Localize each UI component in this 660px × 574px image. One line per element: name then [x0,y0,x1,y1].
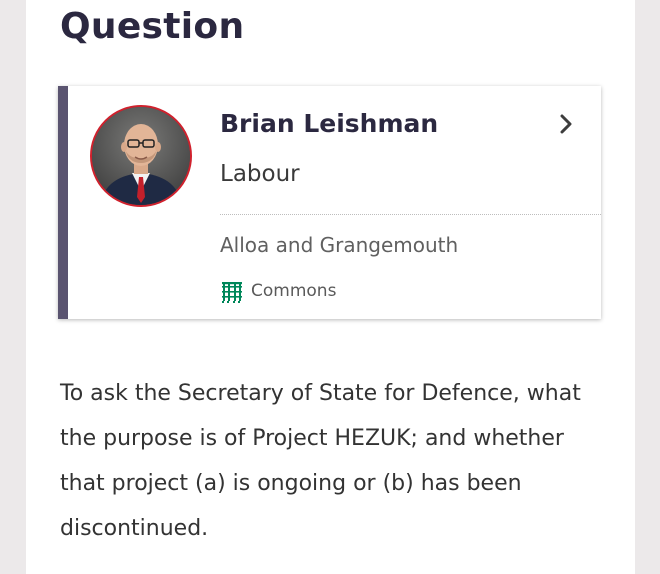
portcullis-icon [222,282,242,303]
question-text: To ask the Secretary of State for Defenc… [60,381,581,541]
chevron-right-icon[interactable] [555,113,577,135]
member-constituency: Alloa and Grangemouth [220,233,459,257]
page-title: Question [60,6,245,47]
house-indicator: Commons [220,277,336,305]
member-party: Labour [220,161,300,187]
member-name: Brian Leishman [220,109,439,138]
card-accent-bar [58,86,68,319]
avatar [90,105,192,207]
member-card[interactable]: Brian Leishman Labour Alloa and Grangemo… [58,86,601,319]
house-label: Commons [251,281,337,301]
card-divider [220,214,601,215]
